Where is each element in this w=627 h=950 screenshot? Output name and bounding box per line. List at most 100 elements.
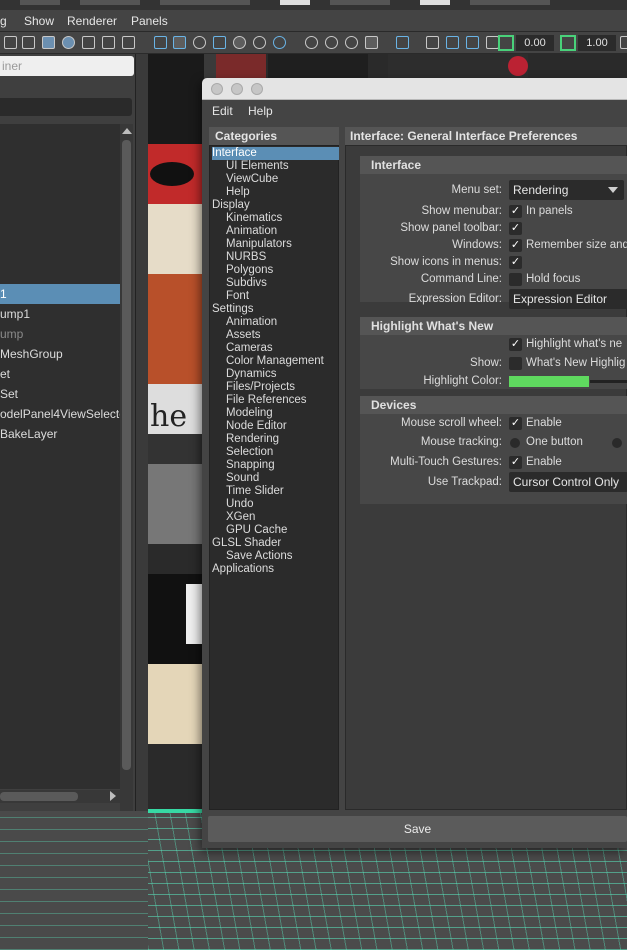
category-item[interactable]: Kinematics: [226, 212, 333, 225]
wireframe-on-shaded-icon[interactable]: [213, 36, 226, 49]
scroll-right-icon[interactable]: [110, 791, 116, 801]
category-item[interactable]: UI Elements: [226, 160, 333, 173]
menu-help[interactable]: Help: [248, 104, 273, 118]
exposure-value[interactable]: 0.00: [516, 35, 554, 51]
category-item[interactable]: Settings: [212, 303, 333, 316]
zoom-window-button[interactable]: [251, 83, 263, 95]
outliner-item[interactable]: BakeLayer: [0, 424, 120, 444]
one-button-radio[interactable]: [510, 438, 520, 448]
show-menubar-checkbox[interactable]: ✓: [509, 205, 522, 218]
whats-new-highlight-checkbox[interactable]: [509, 357, 522, 370]
smooth-shade-icon[interactable]: [173, 36, 186, 49]
window-titlebar[interactable]: [202, 78, 627, 100]
outliner-filter-bar[interactable]: [0, 98, 132, 116]
wireframe-icon[interactable]: [154, 36, 167, 49]
outliner-search-input[interactable]: iner: [0, 56, 134, 76]
tracking-radio-2[interactable]: [612, 438, 622, 448]
xray-joints-icon[interactable]: [446, 36, 459, 49]
shadows-icon[interactable]: [273, 36, 286, 49]
category-item[interactable]: ViewCube: [226, 173, 333, 186]
show-panel-toolbar-checkbox[interactable]: ✓: [509, 222, 522, 235]
menu-renderer[interactable]: Renderer: [67, 14, 117, 28]
outliner-item[interactable]: MeshGroup: [0, 344, 120, 364]
minimize-window-button[interactable]: [231, 83, 243, 95]
category-item[interactable]: Snapping: [226, 459, 333, 472]
menu-panels[interactable]: Panels: [131, 14, 168, 28]
default-material-icon[interactable]: [193, 36, 206, 49]
resolution-gate-icon[interactable]: [42, 36, 55, 49]
depth-of-field-icon[interactable]: [365, 36, 378, 49]
textured-icon[interactable]: [233, 36, 246, 49]
isolate-select-icon[interactable]: [396, 36, 409, 49]
category-item[interactable]: GLSL Shader: [212, 537, 333, 550]
category-item[interactable]: Rendering: [226, 433, 333, 446]
category-item[interactable]: Cameras: [226, 342, 333, 355]
category-item[interactable]: Color Management: [226, 355, 333, 368]
highlight-color-slider[interactable]: [590, 380, 627, 383]
anti-alias-icon[interactable]: [345, 36, 358, 49]
outliner-item[interactable]: ump: [0, 324, 120, 344]
gate-mask-icon[interactable]: [62, 36, 75, 49]
category-item[interactable]: Polygons: [226, 264, 333, 277]
whats-new-highlight-option[interactable]: What's New Highlig: [526, 357, 625, 369]
multi-touch-checkbox[interactable]: ✓: [509, 456, 522, 469]
category-item[interactable]: Modeling: [226, 407, 333, 420]
remember-size-option[interactable]: Remember size and: [526, 239, 627, 251]
xray-icon[interactable]: [426, 36, 439, 49]
gamma-icon[interactable]: [560, 35, 576, 51]
lights-icon[interactable]: [253, 36, 266, 49]
safe-action-icon[interactable]: [102, 36, 115, 49]
category-item[interactable]: File References: [226, 394, 333, 407]
category-item[interactable]: Node Editor: [226, 420, 333, 433]
film-gate-icon[interactable]: [22, 36, 35, 49]
command-line-checkbox[interactable]: [509, 273, 522, 286]
category-item[interactable]: Animation: [226, 316, 333, 329]
category-item[interactable]: GPU Cache: [226, 524, 333, 537]
category-item[interactable]: Selection: [226, 446, 333, 459]
mouse-scroll-wheel-checkbox[interactable]: ✓: [509, 417, 522, 430]
xray-components-icon[interactable]: [466, 36, 479, 49]
view-transform-icon[interactable]: [620, 36, 627, 49]
menu-show[interactable]: Show: [24, 14, 54, 28]
scroll-thumb[interactable]: [122, 140, 131, 770]
outliner-item[interactable]: odelPanel4ViewSelecte: [0, 404, 120, 424]
safe-title-icon[interactable]: [122, 36, 135, 49]
exposure-icon[interactable]: [498, 35, 514, 51]
category-item[interactable]: Sound: [226, 472, 333, 485]
section-interface-header[interactable]: Interface: [360, 156, 627, 174]
one-button-option[interactable]: One button: [526, 436, 583, 448]
outliner-horizontal-scrollbar[interactable]: [0, 790, 120, 803]
outliner-item[interactable]: ump1: [0, 304, 120, 324]
category-item[interactable]: Help: [226, 186, 333, 199]
hold-focus-option[interactable]: Hold focus: [526, 273, 580, 285]
screen-space-ao-icon[interactable]: [305, 36, 318, 49]
section-devices-header[interactable]: Devices: [360, 396, 627, 414]
category-item[interactable]: XGen: [226, 511, 333, 524]
hscroll-thumb[interactable]: [0, 792, 78, 801]
menu-edit[interactable]: Edit: [212, 104, 233, 118]
close-window-button[interactable]: [211, 83, 223, 95]
highlight-whats-new-option[interactable]: Highlight what's ne: [526, 338, 622, 350]
in-panels-option[interactable]: In panels: [526, 205, 573, 217]
category-item[interactable]: Display: [212, 199, 333, 212]
expression-editor-dropdown[interactable]: Expression Editor: [509, 289, 627, 309]
multi-touch-enable-option[interactable]: Enable: [526, 456, 562, 468]
grid-icon[interactable]: [4, 36, 17, 49]
outliner-vertical-scrollbar[interactable]: [120, 124, 133, 844]
category-item[interactable]: Applications: [212, 563, 333, 576]
category-item[interactable]: Manipulators: [226, 238, 333, 251]
category-item[interactable]: Time Slider: [226, 485, 333, 498]
scroll-enable-option[interactable]: Enable: [526, 417, 562, 429]
outliner-item[interactable]: 1: [0, 284, 120, 304]
outliner-item[interactable]: et: [0, 364, 120, 384]
category-item[interactable]: Font: [226, 290, 333, 303]
menu-set-dropdown[interactable]: Rendering: [509, 180, 624, 200]
category-item[interactable]: Undo: [226, 498, 333, 511]
motion-blur-icon[interactable]: [325, 36, 338, 49]
category-item[interactable]: Interface: [212, 147, 339, 160]
outliner-list[interactable]: [0, 124, 120, 789]
category-item[interactable]: NURBS: [226, 251, 333, 264]
gamma-value[interactable]: 1.00: [578, 35, 616, 51]
category-item[interactable]: Files/Projects: [226, 381, 333, 394]
show-icons-checkbox[interactable]: ✓: [509, 256, 522, 269]
